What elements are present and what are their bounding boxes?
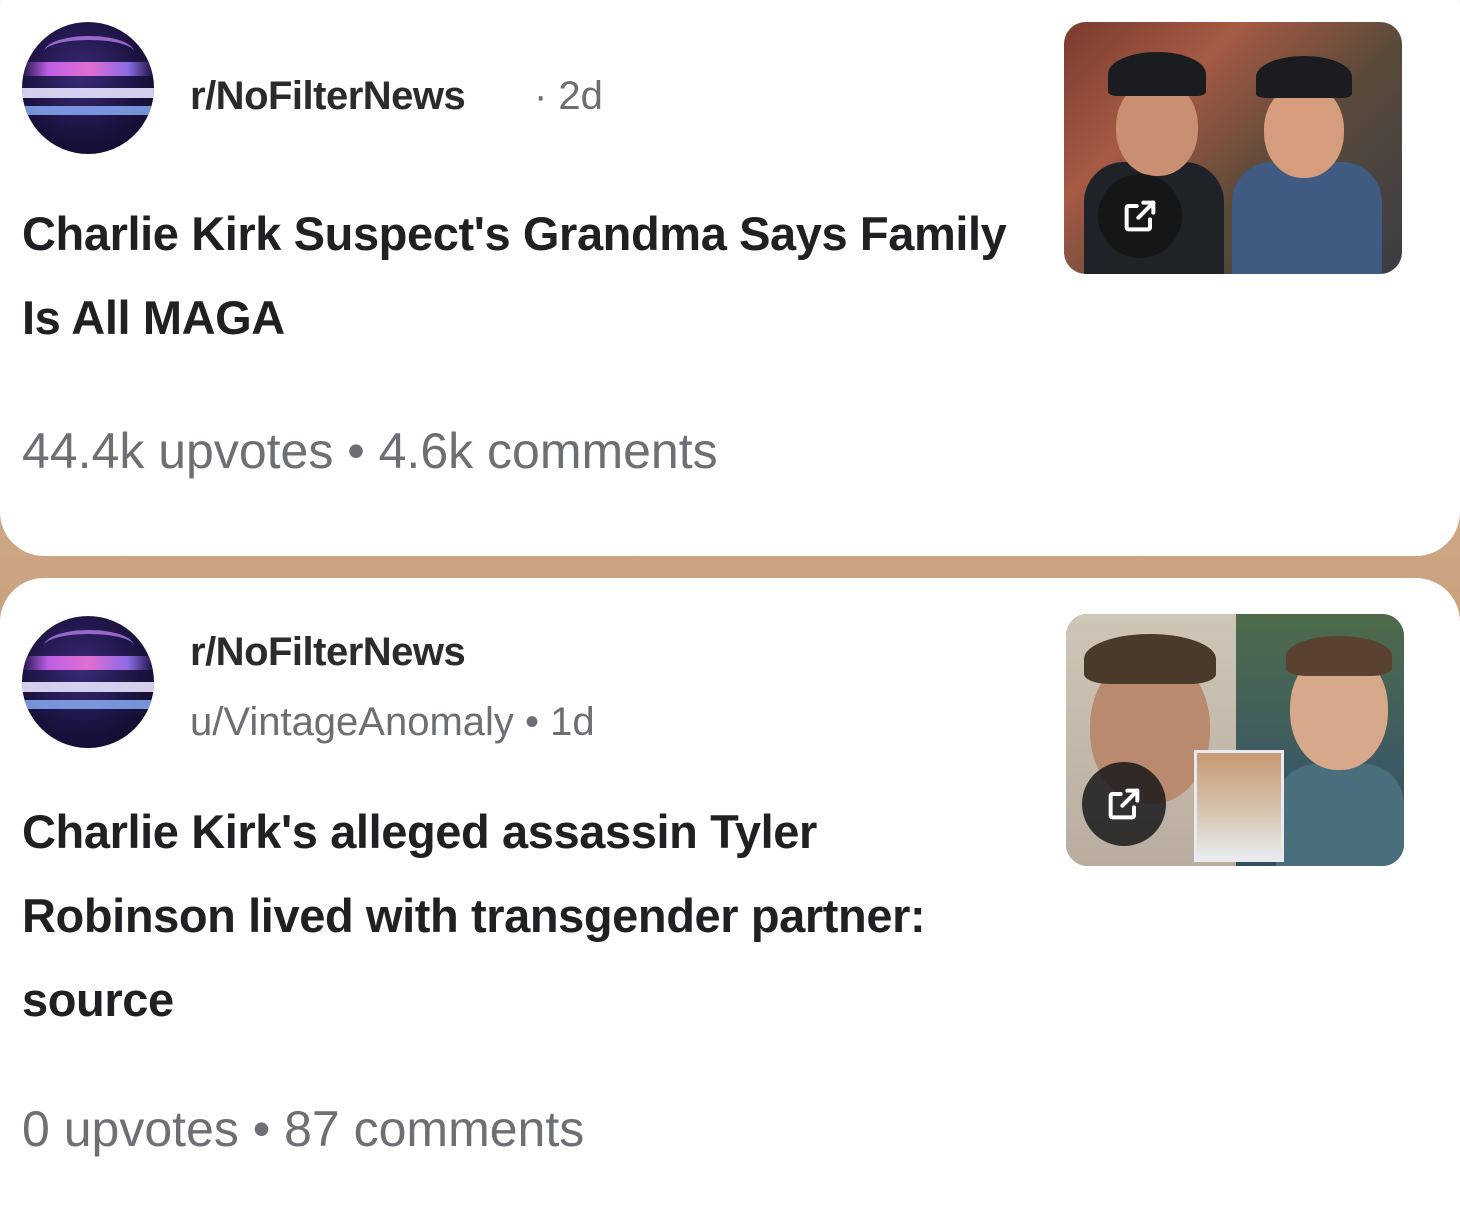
post-title[interactable]: Charlie Kirk Suspect's Grandma Says Fami… <box>22 192 1022 360</box>
external-link-button[interactable] <box>1082 762 1166 846</box>
post-title[interactable]: Charlie Kirk's alleged assassin Tyler Ro… <box>22 790 1022 1042</box>
post-stats: 44.4k upvotes • 4.6k comments <box>22 423 718 479</box>
link-thumbnail[interactable] <box>1066 614 1404 866</box>
post-author-age[interactable]: u/VintageAnomaly • 1d <box>190 700 595 745</box>
external-link-icon <box>1108 788 1140 820</box>
subreddit-name[interactable]: r/NoFilterNews <box>190 630 466 675</box>
subreddit-avatar[interactable] <box>22 616 154 748</box>
external-link-icon <box>1124 200 1156 232</box>
post-card-2[interactable]: r/NoFilterNews u/VintageAnomaly • 1d Cha… <box>0 578 1460 1215</box>
post-age: · 2d <box>534 74 603 118</box>
subreddit-avatar[interactable] <box>22 22 154 154</box>
post-card-1[interactable]: r/NoFilterNews · 2d Charlie Kirk Suspect… <box>0 0 1460 556</box>
link-thumbnail[interactable] <box>1064 22 1402 274</box>
external-link-button[interactable] <box>1098 174 1182 258</box>
subreddit-name[interactable]: r/NoFilterNews <box>190 74 466 119</box>
post-stats: 0 upvotes • 87 comments <box>22 1101 585 1157</box>
